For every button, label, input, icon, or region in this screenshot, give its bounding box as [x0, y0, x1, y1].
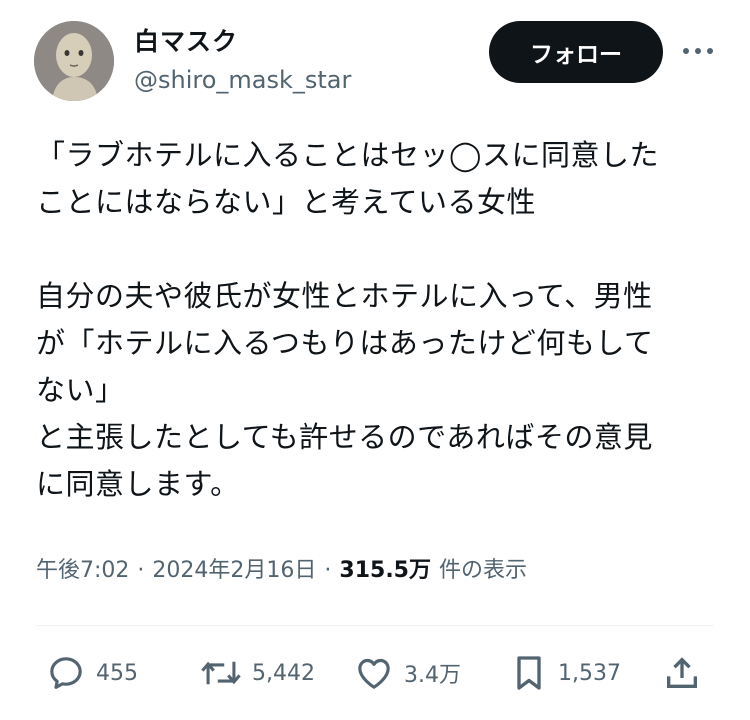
tweet-line: が「ホテルに入るつもりはあったけど何もして	[36, 326, 654, 360]
like-count: 3.4万	[404, 663, 461, 688]
tweet-paragraph-break	[36, 226, 726, 273]
tweet-line: に同意します。	[36, 467, 240, 501]
tweet-date[interactable]: 2024年2月16日	[152, 552, 316, 584]
tweet-text: 「ラブホテルに入ることはセッ◯スに同意した ことにはならない」と考えている女性 …	[36, 132, 726, 508]
meta-separator: ·	[137, 558, 145, 583]
like-button[interactable]: 3.4万	[354, 650, 461, 696]
reply-count: 455	[96, 660, 138, 686]
author-name[interactable]: 白マスク	[134, 22, 238, 58]
view-count[interactable]: 315.5万	[339, 552, 431, 584]
bookmark-icon	[517, 656, 541, 690]
reply-icon	[50, 657, 82, 689]
tweet-time[interactable]: 午後7:02	[36, 552, 129, 584]
tweet-meta: 午後7:02 · 2024年2月16日 · 315.5万 件の表示	[36, 552, 527, 584]
divider	[36, 625, 714, 626]
tweet-line: 自分の夫や彼氏が女性とホテルに入って、男性	[36, 279, 653, 313]
share-icon	[667, 657, 697, 688]
meta-separator: ·	[324, 558, 332, 583]
reply-button[interactable]: 455	[46, 650, 138, 696]
more-horizontal-icon[interactable]	[680, 36, 716, 66]
tweet-line: 「ラブホテルに入ることはセッ◯スに同意した	[36, 138, 659, 172]
bookmark-count: 1,537	[558, 660, 621, 686]
view-count-label: 件の表示	[438, 558, 527, 583]
author-handle[interactable]: @shiro_mask_star	[134, 66, 351, 94]
tweet-line: ない」	[36, 373, 125, 407]
avatar[interactable]	[34, 21, 114, 101]
retweet-count: 5,442	[252, 660, 315, 686]
retweet-icon	[201, 661, 241, 685]
follow-button[interactable]: フォロー	[489, 21, 663, 83]
bookmark-button[interactable]: 1,537	[510, 650, 621, 696]
share-button[interactable]	[662, 650, 712, 696]
like-icon	[358, 658, 390, 689]
tweet-line: ことにはならない」と考えている女性	[36, 185, 537, 219]
retweet-button[interactable]: 5,442	[200, 650, 315, 696]
avatar-illustration-icon	[34, 21, 114, 101]
tweet-line: と主張したとしても許せるのであればその意見	[36, 420, 653, 454]
